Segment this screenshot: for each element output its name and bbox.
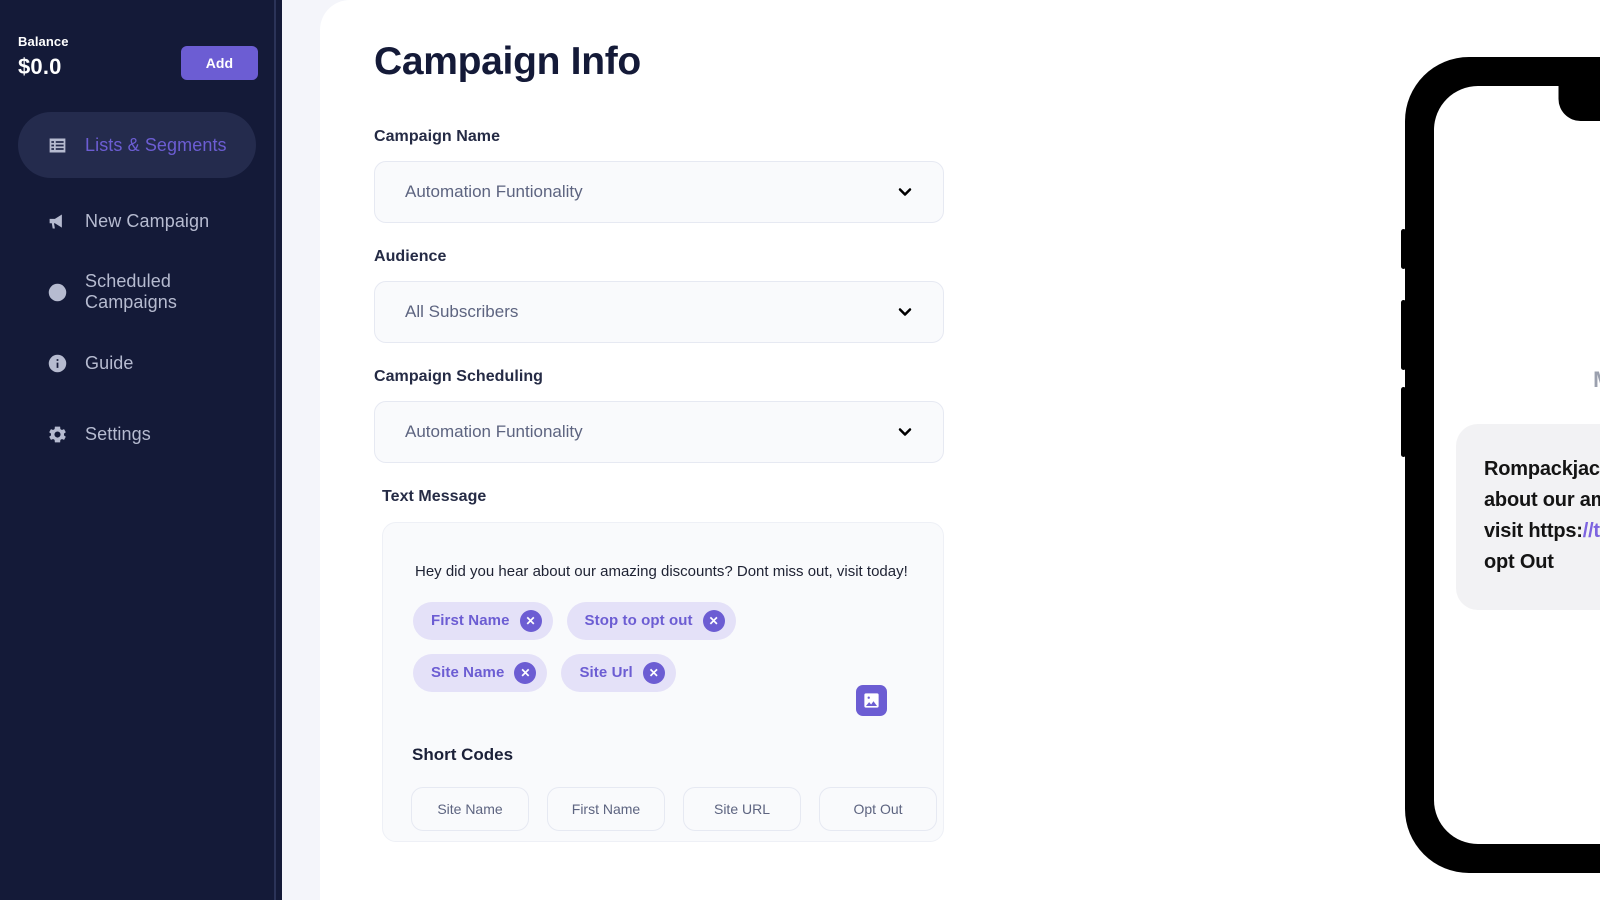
phone-frame: Message Preview Rompackjack: Hey Pierce,… bbox=[1401, 57, 1600, 873]
info-circle-icon bbox=[46, 352, 68, 374]
page-title: Campaign Info bbox=[374, 40, 641, 83]
phone-screen: Message Preview Rompackjack: Hey Pierce,… bbox=[1434, 86, 1600, 844]
chip-first-name[interactable]: First Name ✕ bbox=[413, 601, 553, 640]
phone-mute-button bbox=[1401, 229, 1406, 269]
chip-label: Site Name bbox=[431, 664, 505, 681]
chip-stop-to-opt-out[interactable]: Stop to opt out ✕ bbox=[566, 601, 736, 640]
phone-notch bbox=[1558, 86, 1600, 121]
chip-label: Site Url bbox=[579, 664, 633, 681]
sidebar-item-guide[interactable]: Guide bbox=[18, 330, 256, 396]
sidebar-item-lists-segments[interactable]: Lists & Segments bbox=[18, 112, 256, 178]
campaign-scheduling-value: Automation Funtionality bbox=[405, 422, 583, 441]
chip-label: First Name bbox=[431, 612, 510, 629]
short-code-button-site-name[interactable]: Site Name bbox=[411, 786, 529, 831]
content-panel: Campaign Info Campaign Name Automation F… bbox=[320, 0, 1600, 900]
phone-volume-down-button bbox=[1401, 387, 1406, 457]
sidebar-item-label: Scheduled Campaigns bbox=[85, 271, 177, 312]
sidebar-item-label: Lists & Segments bbox=[85, 134, 227, 155]
close-icon[interactable]: ✕ bbox=[702, 609, 725, 632]
clock-icon bbox=[46, 281, 68, 303]
audience-select[interactable]: All Subscribers bbox=[374, 281, 944, 343]
text-message-label: Text Message bbox=[382, 488, 487, 505]
phone-preview: Message Preview Rompackjack: Hey Pierce,… bbox=[1401, 57, 1600, 873]
list-icon bbox=[46, 134, 68, 156]
sidebar-nav: Lists & Segments New Campaign Scheduled … bbox=[0, 112, 274, 472]
chip-label: Stop to opt out bbox=[584, 612, 693, 629]
megaphone-icon bbox=[46, 210, 68, 232]
message-link[interactable]: //testyipsms.com bbox=[1583, 520, 1600, 542]
campaign-scheduling-select[interactable]: Automation Funtionality bbox=[374, 401, 944, 463]
chevron-down-icon[interactable] bbox=[895, 422, 915, 442]
chip-site-url[interactable]: Site Url ✕ bbox=[561, 653, 676, 692]
short-code-button-opt-out[interactable]: Opt Out bbox=[819, 786, 937, 831]
image-icon[interactable] bbox=[856, 685, 887, 716]
text-message-card[interactable]: Hey did you hear about our amazing disco… bbox=[382, 522, 944, 842]
balance-block: Balance $0.0 Add bbox=[18, 34, 258, 80]
chevron-down-icon[interactable] bbox=[895, 302, 915, 322]
campaign-name-label: Campaign Name bbox=[374, 128, 501, 145]
short-code-button-site-url[interactable]: Site URL bbox=[683, 786, 801, 831]
audience-value: All Subscribers bbox=[405, 302, 519, 321]
campaign-name-value: Automation Funtionality bbox=[405, 182, 583, 201]
sidebar-divider-outer bbox=[276, 0, 282, 900]
short-codes-row: Site Name First Name Site URL Opt Out bbox=[411, 786, 937, 831]
phone-volume-up-button bbox=[1401, 300, 1406, 370]
message-preview-title: Message Preview bbox=[1434, 367, 1600, 393]
campaign-name-select[interactable]: Automation Funtionality bbox=[374, 161, 944, 223]
balance-label: Balance bbox=[18, 34, 69, 49]
short-codes-title: Short Codes bbox=[412, 744, 514, 764]
balance-value: $0.0 bbox=[18, 54, 62, 79]
close-icon[interactable]: ✕ bbox=[642, 661, 665, 684]
gear-icon bbox=[46, 423, 68, 445]
close-icon[interactable]: ✕ bbox=[514, 661, 537, 684]
sidebar-item-label: Settings bbox=[85, 423, 151, 444]
sidebar-item-label: Guide bbox=[85, 352, 134, 373]
sidebar-item-new-campaign[interactable]: New Campaign bbox=[18, 188, 256, 254]
message-bubble-text: Rompackjack: Hey Pierce, did you hear ab… bbox=[1484, 454, 1600, 578]
campaign-form: Campaign Info Campaign Name Automation F… bbox=[374, 40, 944, 842]
chip-site-name[interactable]: Site Name ✕ bbox=[413, 653, 548, 692]
campaign-scheduling-label: Campaign Scheduling bbox=[374, 368, 543, 385]
balance-text: Balance $0.0 bbox=[18, 34, 69, 80]
message-bubble: Rompackjack: Hey Pierce, did you hear ab… bbox=[1456, 424, 1600, 610]
sidebar-item-settings[interactable]: Settings bbox=[18, 401, 256, 467]
add-balance-button[interactable]: Add bbox=[180, 46, 258, 80]
sidebar-item-label: New Campaign bbox=[85, 210, 210, 231]
audience-label: Audience bbox=[374, 248, 447, 265]
sidebar-item-scheduled-campaigns[interactable]: Scheduled Campaigns bbox=[18, 259, 256, 325]
chevron-down-icon[interactable] bbox=[895, 182, 915, 202]
app-root: Balance $0.0 Add Lists & Segments New Ca… bbox=[0, 0, 1600, 900]
shortcode-chip-list: First Name ✕ Stop to opt out ✕ Site Name… bbox=[411, 601, 861, 692]
text-message-body: Hey did you hear about our amazing disco… bbox=[415, 563, 908, 580]
sidebar: Balance $0.0 Add Lists & Segments New Ca… bbox=[0, 0, 274, 900]
short-code-button-first-name[interactable]: First Name bbox=[547, 786, 665, 831]
close-icon[interactable]: ✕ bbox=[519, 609, 542, 632]
